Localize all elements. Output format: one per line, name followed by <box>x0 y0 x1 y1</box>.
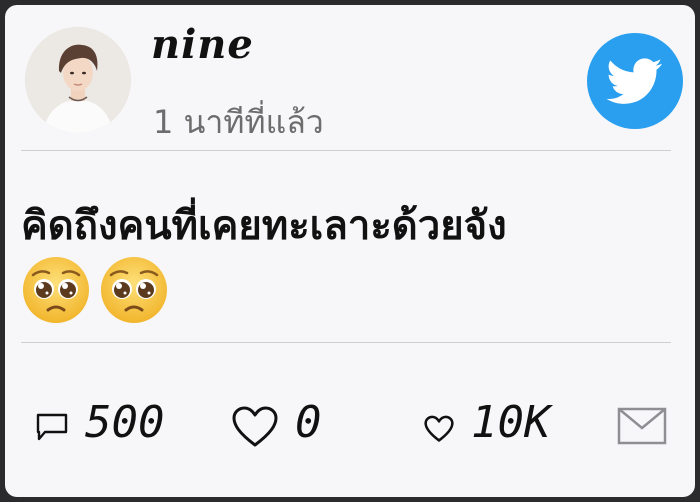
heart-outline-icon[interactable] <box>231 405 279 449</box>
avatar-photo <box>25 27 131 133</box>
header-divider <box>21 150 671 151</box>
speech-bubble-icon[interactable] <box>35 412 69 442</box>
envelope-icon[interactable] <box>617 406 667 446</box>
pleading-face-emoji <box>23 257 89 323</box>
avatar[interactable] <box>25 27 131 133</box>
tweet-text: คิดถึงคนที่เคยทะเลาะด้วยจัง <box>21 203 507 249</box>
tweet-card: nine 1 นาทีที่แล้ว คิดถึงคนที่เคยทะเลาะด… <box>5 5 695 497</box>
like-count: 0 <box>295 397 322 448</box>
pleading-face-emoji <box>101 257 167 323</box>
timestamp: 1 นาทีที่แล้ว <box>153 103 324 141</box>
username[interactable]: nine <box>151 21 254 68</box>
action-bar: 500 0 10K <box>5 395 695 455</box>
twitter-badge[interactable] <box>587 33 683 129</box>
action-divider <box>21 342 671 343</box>
heart-outline-small-icon[interactable] <box>423 415 455 443</box>
comment-count: 500 <box>85 397 165 448</box>
favorite-count: 10K <box>471 397 551 448</box>
twitter-bird-icon <box>606 58 663 104</box>
